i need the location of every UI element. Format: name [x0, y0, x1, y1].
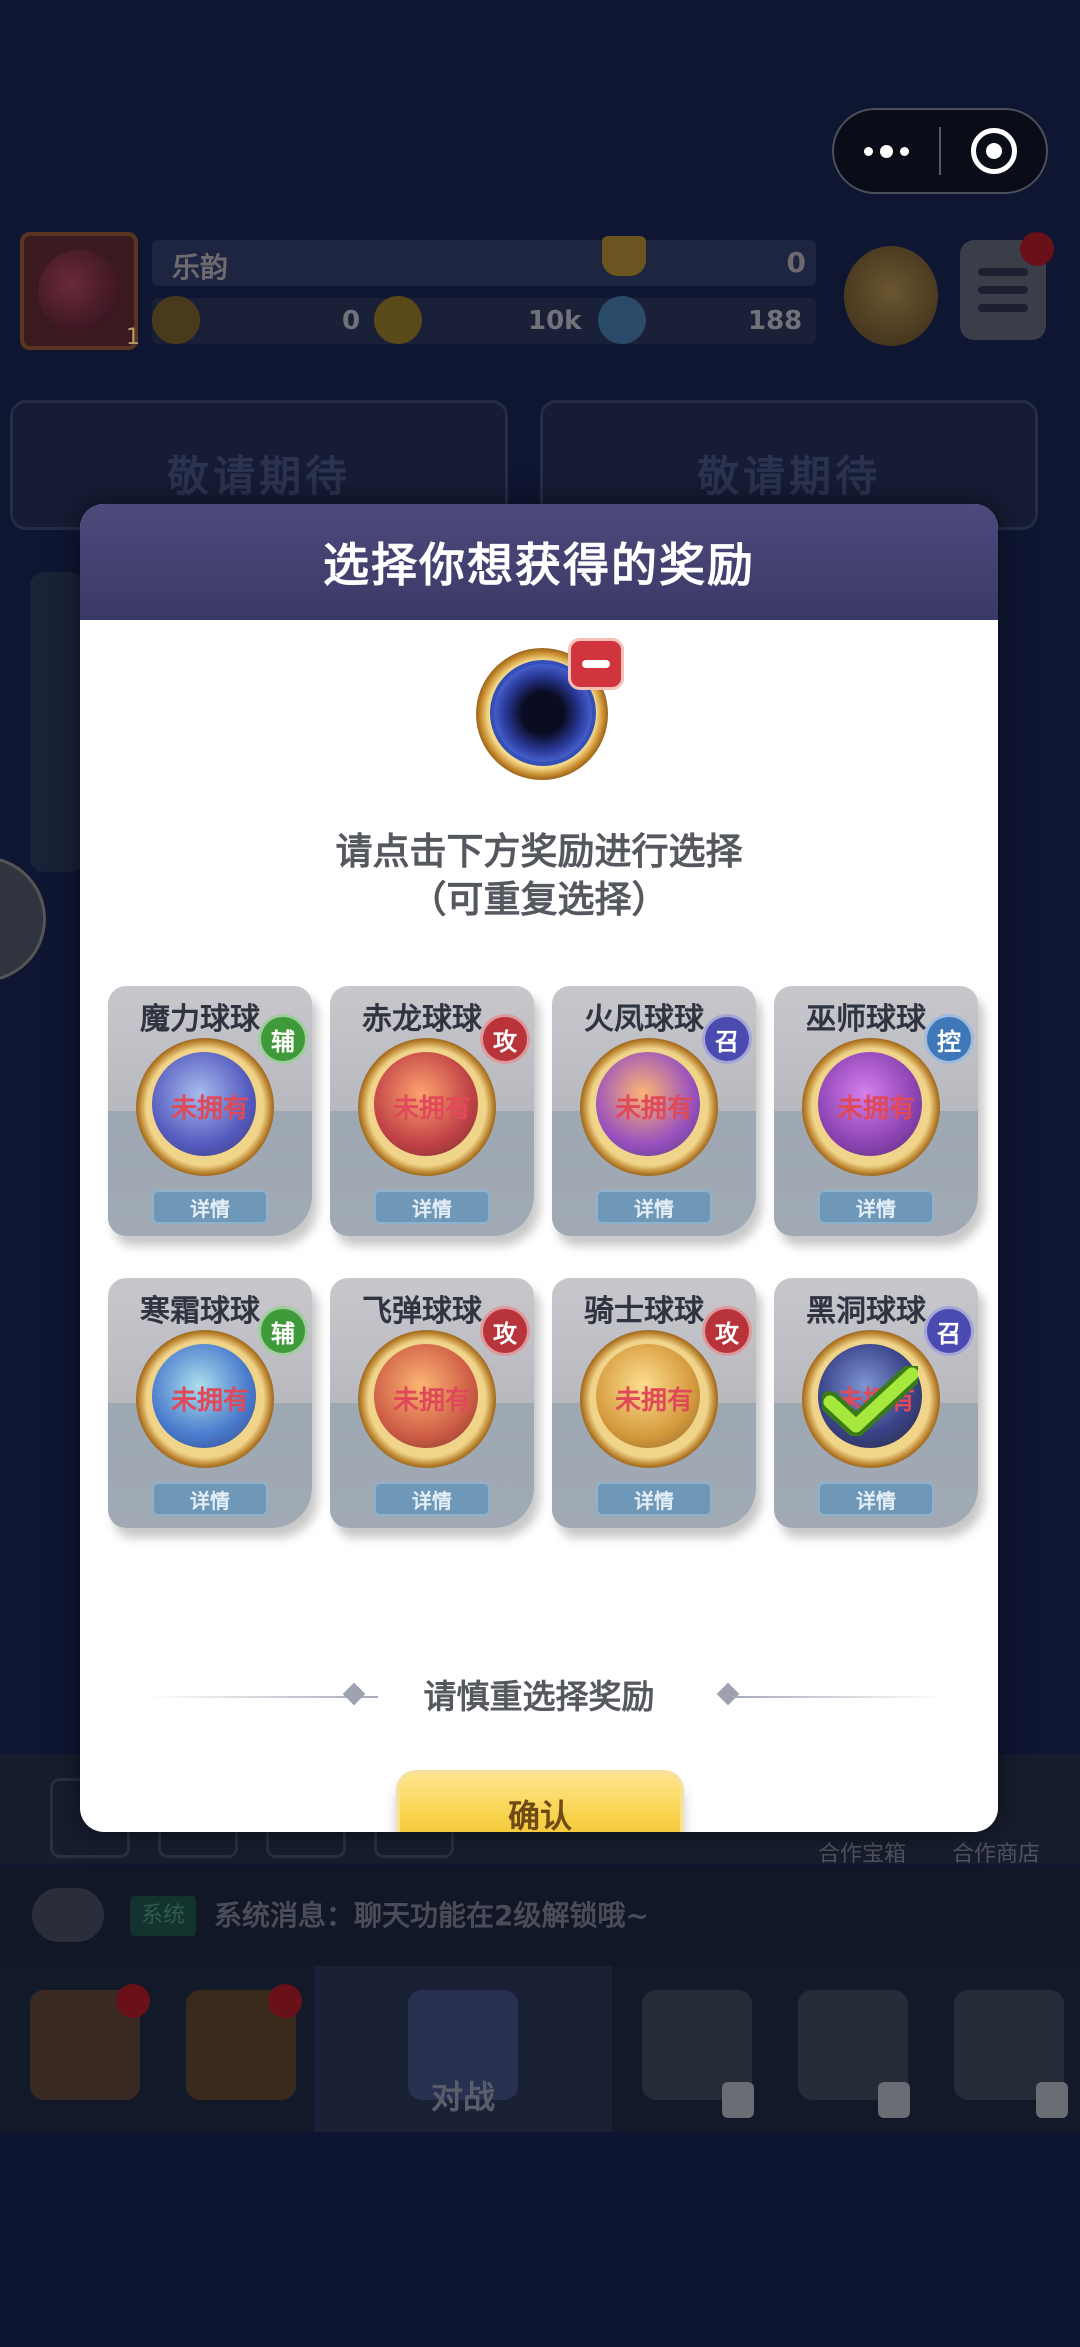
ownership-status: 未拥有 — [614, 1094, 693, 1124]
reward-card[interactable]: 火凤球球召未拥有 详情 — [552, 986, 756, 1236]
chat-bubble-icon — [32, 1888, 104, 1942]
trophy-count: 0 — [786, 246, 806, 279]
trophy-icon — [602, 236, 646, 276]
reward-card[interactable]: 寒霜球球辅未拥有 详情 — [108, 1278, 312, 1528]
detail-button[interactable]: 详情 — [596, 1482, 712, 1516]
notification-dot — [268, 1984, 302, 2018]
player-name: 乐韵 — [172, 251, 229, 284]
more-dots-icon[interactable] — [834, 144, 939, 158]
tab-battle: 对战 — [314, 1966, 612, 2132]
divider-line-right — [732, 1696, 944, 1698]
lock-icon — [722, 2082, 754, 2118]
reward-card[interactable]: 赤龙球球攻未拥有 详情 — [330, 986, 534, 1236]
dialog-title: 选择你想获得的奖励 — [323, 538, 755, 592]
reward-card[interactable]: 骑士球球攻未拥有 详情 — [552, 1278, 756, 1528]
reward-card[interactable]: 黑洞球球召未拥有 详情 — [774, 1278, 978, 1528]
page-bottom-area — [0, 2132, 1080, 2347]
reward-card[interactable]: 魔力球球辅未拥有 详情 — [108, 986, 312, 1236]
rank-badge-icon — [844, 246, 938, 346]
tab-locked-whistle — [612, 1966, 768, 2132]
detail-button[interactable]: 详情 — [374, 1190, 490, 1224]
notification-dot — [116, 1984, 150, 2018]
resource-value-3: 188 — [748, 306, 803, 336]
role-badge: 攻 — [480, 1306, 530, 1356]
resource-value-1: 0 — [342, 306, 361, 336]
chat-tag: 系统 — [130, 1896, 196, 1936]
coop-chest-label: 合作宝箱 — [818, 1842, 907, 1867]
ownership-status: 未拥有 — [170, 1094, 249, 1124]
detail-button[interactable]: 详情 — [152, 1482, 268, 1516]
instruction-line-2: （可重复选择） — [409, 878, 669, 921]
side-level-strip — [30, 572, 84, 872]
tab-locked-heart — [924, 1966, 1080, 2132]
role-badge: 攻 — [480, 1014, 530, 1064]
chat-message: 系统消息：聊天功能在2级解锁哦~ — [214, 1899, 649, 1932]
role-badge: 辅 — [258, 1306, 308, 1356]
ownership-status: 未拥有 — [392, 1386, 471, 1416]
instruction-text: 请点击下方奖励进行选择 （可重复选择） — [80, 828, 998, 924]
lock-icon — [1036, 2082, 1068, 2118]
dialog-header: 选择你想获得的奖励 — [80, 504, 998, 620]
dialog-body: 请点击下方奖励进行选择 （可重复选择） 魔力球球辅未拥有 详情 赤龙球球攻未拥有 详情… — [80, 620, 998, 1832]
caution-text: 请慎重选择奖励 — [423, 1677, 655, 1716]
ownership-status: 未拥有 — [170, 1386, 249, 1416]
role-badge: 攻 — [702, 1306, 752, 1356]
black-hole-ball-icon — [468, 638, 624, 784]
ownership-status: 未拥有 — [836, 1094, 915, 1124]
reward-card[interactable]: 飞弹球球攻未拥有 详情 — [330, 1278, 534, 1528]
resource-value-2: 10k — [528, 306, 582, 336]
detail-button[interactable]: 详情 — [818, 1482, 934, 1516]
player-name-bar: 乐韵 0 — [152, 236, 816, 286]
event-card-text: 敬请期待 — [696, 452, 881, 501]
tab-locked-planet — [768, 1966, 924, 2132]
reward-card[interactable]: 巫师球球控未拥有 详情 — [774, 986, 978, 1236]
gold-coin-icon — [374, 296, 422, 344]
ownership-status: 未拥有 — [392, 1094, 471, 1124]
detail-button[interactable]: 详情 — [374, 1482, 490, 1516]
reward-selection-dialog: 选择你想获得的奖励 请点击下方奖励进行选择 （可重复选择） 魔力球球辅未拥有 详情… — [80, 504, 998, 1832]
player-avatar: 1 — [20, 232, 140, 350]
miniprogram-capsule — [832, 108, 1048, 194]
avatar-orb-icon — [38, 250, 120, 332]
menu-button — [960, 232, 1054, 340]
tab-bag — [156, 1966, 314, 2132]
resource-bar: 0 10k 188 — [152, 296, 816, 344]
role-badge: 召 — [924, 1306, 974, 1356]
lock-icon — [878, 2082, 910, 2118]
detail-button[interactable]: 详情 — [596, 1190, 712, 1224]
detail-button[interactable]: 详情 — [152, 1190, 268, 1224]
gem-icon — [598, 296, 646, 344]
instruction-line-1: 请点击下方奖励进行选择 — [335, 830, 743, 873]
tab-shop — [0, 1966, 156, 2132]
event-card-text: 敬请期待 — [166, 452, 351, 501]
confirm-button[interactable]: 确认 — [396, 1770, 684, 1832]
chat-bar: 系统 系统消息：聊天功能在2级解锁哦~ — [0, 1866, 1080, 1966]
target-circle-icon[interactable] — [941, 128, 1046, 174]
checkmark-icon — [822, 1366, 918, 1436]
detail-button[interactable]: 详情 — [818, 1190, 934, 1224]
notification-dot — [1020, 232, 1054, 266]
player-level: 1 — [126, 325, 140, 350]
role-badge: 辅 — [258, 1014, 308, 1064]
coop-shop-label: 合作商店 — [952, 1842, 1041, 1867]
bottom-tabbar: 对战 — [0, 1966, 1080, 2132]
tab-battle-label: 对战 — [430, 2078, 495, 2116]
ticket-icon — [152, 296, 200, 344]
minus-icon[interactable] — [568, 638, 624, 690]
role-badge: 控 — [924, 1014, 974, 1064]
role-badge: 召 — [702, 1014, 752, 1064]
ownership-status: 未拥有 — [614, 1386, 693, 1416]
